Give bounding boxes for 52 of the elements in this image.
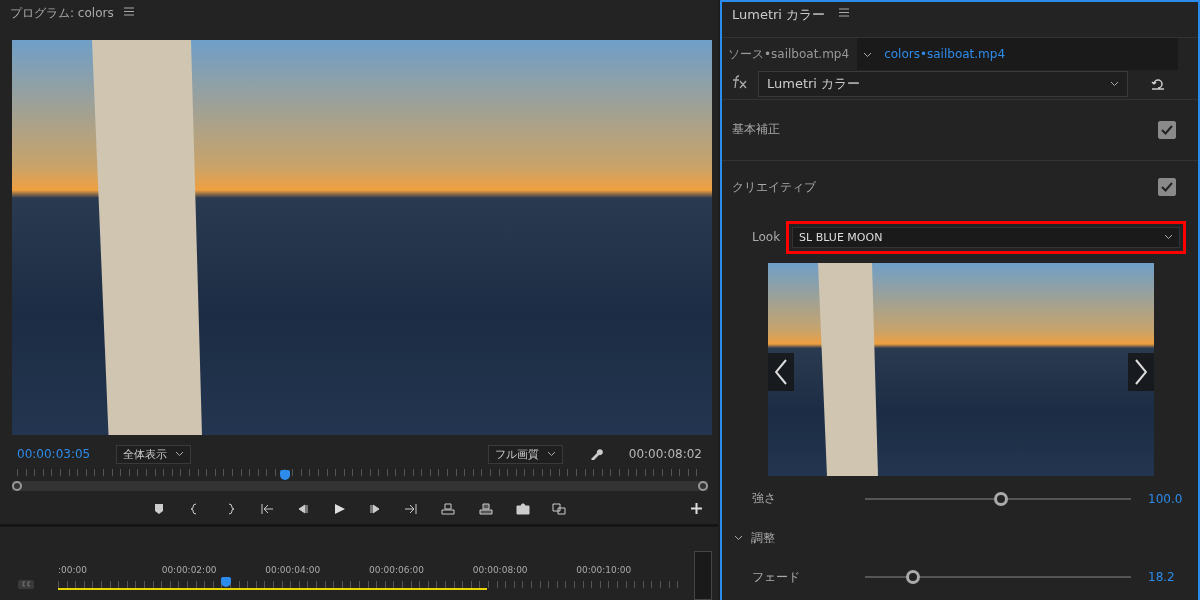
- caret-icon: [546, 451, 556, 457]
- slider-label: 強さ: [752, 490, 777, 508]
- look-label: Look: [752, 230, 781, 245]
- out-handle[interactable]: [698, 481, 708, 491]
- section-title[interactable]: クリエイティブ: [732, 178, 816, 196]
- compare-icon[interactable]: [552, 502, 566, 515]
- caret-icon: [1164, 234, 1173, 241]
- slider-value[interactable]: 18.2: [1148, 570, 1175, 585]
- section-title[interactable]: 基本補正: [732, 121, 780, 139]
- timeline-ruler[interactable]: [58, 577, 680, 591]
- look-dropdown[interactable]: SL BLUE MOON: [792, 226, 1180, 248]
- chevron-icon[interactable]: [734, 535, 743, 542]
- step-forward-icon[interactable]: [368, 502, 382, 515]
- ruler-label: :00:00: [58, 565, 88, 575]
- chevron-icon: [863, 51, 873, 58]
- go-to-in-icon[interactable]: [260, 502, 274, 515]
- slider-thumb[interactable]: [993, 491, 1008, 506]
- panel-title: プログラム: colors: [10, 5, 114, 22]
- in-handle[interactable]: [12, 481, 22, 491]
- ruler-label: 00:00:10:00: [576, 565, 633, 575]
- menu-icon[interactable]: [123, 5, 134, 19]
- slider-value[interactable]: 100.0: [1148, 491, 1183, 506]
- insert-icon[interactable]: [440, 502, 456, 515]
- section-checkbox[interactable]: [1158, 120, 1176, 139]
- go-to-out-icon[interactable]: [404, 502, 418, 515]
- clip-tab[interactable]: ソース•sailboat.mp4: [722, 37, 858, 70]
- slider-label: フェード: [752, 568, 801, 586]
- expand-icon: [734, 535, 743, 542]
- marker-icon[interactable]: [152, 502, 166, 515]
- overwrite-icon[interactable]: [478, 502, 494, 515]
- effect-dropdown[interactable]: Lumetri カラー: [758, 71, 1128, 98]
- reset-icon[interactable]: [1150, 78, 1166, 91]
- ruler-label: 00:00:04:00: [265, 565, 322, 575]
- section-title[interactable]: 調整: [751, 529, 775, 547]
- ruler-label: 00:00:02:00: [161, 565, 218, 575]
- ruler-label: 00:00:08:00: [472, 565, 529, 575]
- caret-icon: [175, 451, 185, 457]
- captions-icon[interactable]: [18, 580, 34, 589]
- section-checkbox[interactable]: [1158, 178, 1176, 197]
- play-icon[interactable]: [332, 502, 346, 515]
- duration-timecode: 00:00:08:02: [628, 447, 702, 461]
- current-timecode[interactable]: 00:00:03:05: [17, 447, 91, 461]
- panel-title: Lumetri カラー: [732, 6, 826, 24]
- playhead[interactable]: [279, 470, 290, 480]
- playhead[interactable]: [220, 577, 231, 587]
- ruler-label: 00:00:06:00: [369, 565, 425, 575]
- slider-thumb[interactable]: [905, 570, 920, 585]
- zoom-dropdown[interactable]: 全体表示: [116, 444, 192, 464]
- camera-icon[interactable]: [516, 502, 530, 515]
- step-back-icon[interactable]: [296, 502, 310, 515]
- quality-dropdown[interactable]: フル画質: [487, 444, 563, 464]
- caret-icon: [1110, 81, 1119, 88]
